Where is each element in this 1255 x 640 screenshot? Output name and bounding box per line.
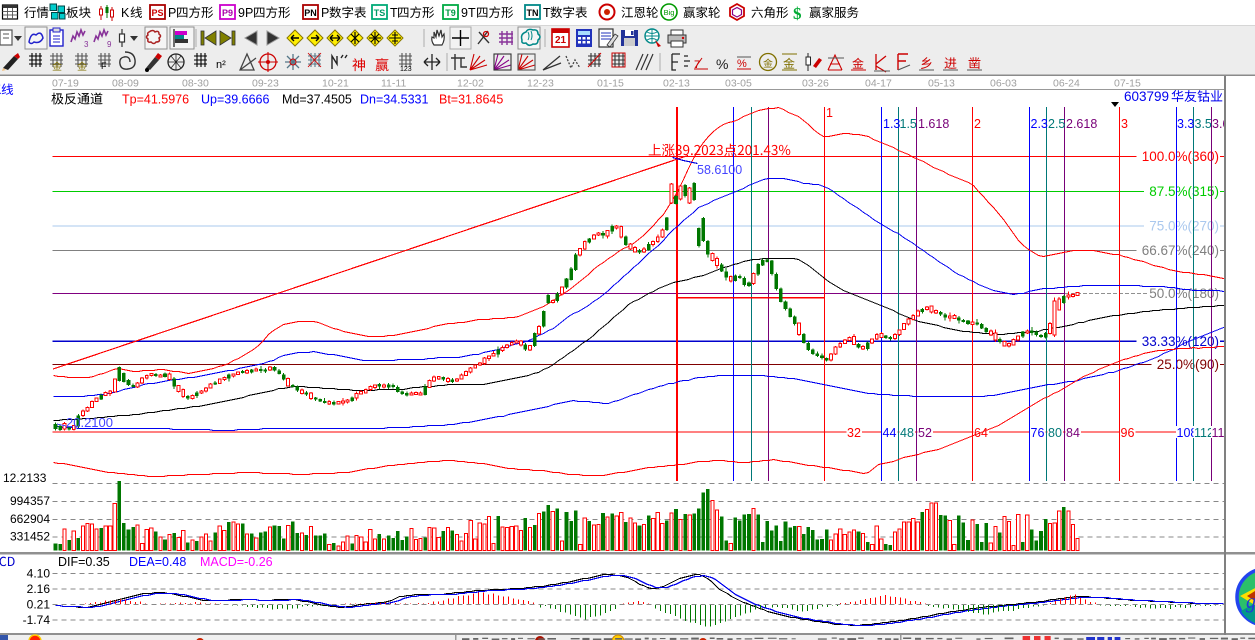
svg-text:08-30: 08-30 <box>182 78 209 90</box>
svg-text:2.618: 2.618 <box>1066 117 1097 131</box>
svg-text:06-24: 06-24 <box>1053 78 1080 90</box>
svg-text:2.16: 2.16 <box>27 582 51 596</box>
svg-text:08-09: 08-09 <box>112 78 139 90</box>
svg-text:%: % <box>716 56 728 72</box>
svg-text:96: 96 <box>1121 426 1135 440</box>
svg-text:32: 32 <box>847 426 861 440</box>
svg-text:Dn=34.5331: Dn=34.5331 <box>360 93 429 107</box>
svg-text:1.3: 1.3 <box>883 117 900 131</box>
svg-text:09-23: 09-23 <box>252 78 279 90</box>
svg-text:12.2133: 12.2133 <box>3 471 47 485</box>
svg-text:48: 48 <box>900 426 914 440</box>
svg-text:K: K <box>121 6 130 20</box>
svg-text:4.10: 4.10 <box>27 567 51 581</box>
svg-text:3: 3 <box>84 40 89 49</box>
svg-text:9P: 9P <box>238 6 253 20</box>
svg-text:12-23: 12-23 <box>527 78 554 90</box>
svg-text:0.21: 0.21 <box>27 598 51 612</box>
svg-text:MACD=-0.26: MACD=-0.26 <box>200 555 273 569</box>
svg-text:PN: PN <box>304 8 317 18</box>
svg-text:01-15: 01-15 <box>597 78 624 90</box>
svg-text:2.3: 2.3 <box>1031 117 1048 131</box>
svg-text:Bt=31.8645: Bt=31.8645 <box>439 93 503 107</box>
svg-text:11-11: 11-11 <box>381 78 406 90</box>
svg-text:994357: 994357 <box>10 494 50 508</box>
svg-text:12-02: 12-02 <box>457 78 484 90</box>
svg-text:DIF=0.35: DIF=0.35 <box>58 555 110 569</box>
svg-text:87.5%(315): 87.5%(315) <box>1149 184 1219 199</box>
svg-text:03-26: 03-26 <box>802 78 829 90</box>
svg-text:1: 1 <box>826 106 833 120</box>
svg-text:05-13: 05-13 <box>928 78 955 90</box>
svg-text:Tp=41.5976: Tp=41.5976 <box>122 93 189 107</box>
svg-text:58.6100: 58.6100 <box>697 163 742 177</box>
svg-text:100.0%(360): 100.0%(360) <box>1142 149 1219 164</box>
svg-text:33.33%(120): 33.33%(120) <box>1142 334 1219 349</box>
svg-text:07-15: 07-15 <box>1114 78 1141 90</box>
svg-text:P: P <box>168 6 176 20</box>
svg-text:1.5: 1.5 <box>900 117 917 131</box>
svg-text:2: 2 <box>974 117 981 131</box>
svg-text:52: 52 <box>918 426 932 440</box>
svg-text:25.0%(90): 25.0%(90) <box>1157 357 1219 372</box>
svg-text:Up=39.6666: Up=39.6666 <box>201 93 270 107</box>
svg-text:$: $ <box>793 4 802 23</box>
svg-text:Big: Big <box>664 8 675 17</box>
svg-text:TN: TN <box>527 8 539 18</box>
svg-text:1.618: 1.618 <box>918 117 949 131</box>
svg-text:84: 84 <box>1066 426 1080 440</box>
svg-text:T9: T9 <box>445 8 456 18</box>
svg-text:9T: 9T <box>461 6 476 20</box>
svg-text:Md=37.4505: Md=37.4505 <box>282 93 352 107</box>
svg-text:9: 9 <box>107 40 112 49</box>
svg-text:-1.74: -1.74 <box>23 613 51 627</box>
svg-text:662904: 662904 <box>10 512 50 526</box>
svg-text:21: 21 <box>555 35 567 46</box>
svg-text:T: T <box>390 6 398 20</box>
svg-text:603799: 603799 <box>1124 89 1169 104</box>
svg-text:03-05: 03-05 <box>725 78 752 90</box>
svg-text:44: 44 <box>883 426 897 440</box>
svg-text:g: g <box>1246 591 1255 613</box>
svg-text:123: 123 <box>400 66 412 73</box>
svg-text:331452: 331452 <box>10 530 50 544</box>
svg-text:3: 3 <box>1121 117 1128 131</box>
svg-text:3.3: 3.3 <box>1177 117 1194 131</box>
svg-text:T: T <box>543 6 551 20</box>
svg-text:2.5: 2.5 <box>1048 117 1065 131</box>
svg-text:04-17: 04-17 <box>865 78 892 90</box>
svg-text:DEA=0.48: DEA=0.48 <box>129 555 186 569</box>
svg-text:PS: PS <box>151 8 163 18</box>
svg-text:02-13: 02-13 <box>663 78 690 90</box>
svg-text:P: P <box>321 6 329 20</box>
svg-text:10-21: 10-21 <box>322 78 349 90</box>
svg-text:3.5: 3.5 <box>1195 117 1212 131</box>
svg-text:P9: P9 <box>222 8 233 18</box>
svg-text:07-19: 07-19 <box>52 78 79 90</box>
svg-text:75.0%(270): 75.0%(270) <box>1149 219 1219 234</box>
svg-text:80: 80 <box>1048 426 1062 440</box>
svg-text:66.67%(240): 66.67%(240) <box>1142 243 1219 258</box>
svg-text:%: % <box>737 58 747 70</box>
svg-text:20.2100: 20.2100 <box>66 415 113 430</box>
svg-text:n²: n² <box>216 59 226 71</box>
svg-text:06-03: 06-03 <box>990 78 1017 90</box>
svg-text:F: F <box>101 61 107 71</box>
svg-text:TS: TS <box>374 8 386 18</box>
svg-text:50.0%(180): 50.0%(180) <box>1149 286 1219 301</box>
svg-text:76: 76 <box>1031 426 1045 440</box>
